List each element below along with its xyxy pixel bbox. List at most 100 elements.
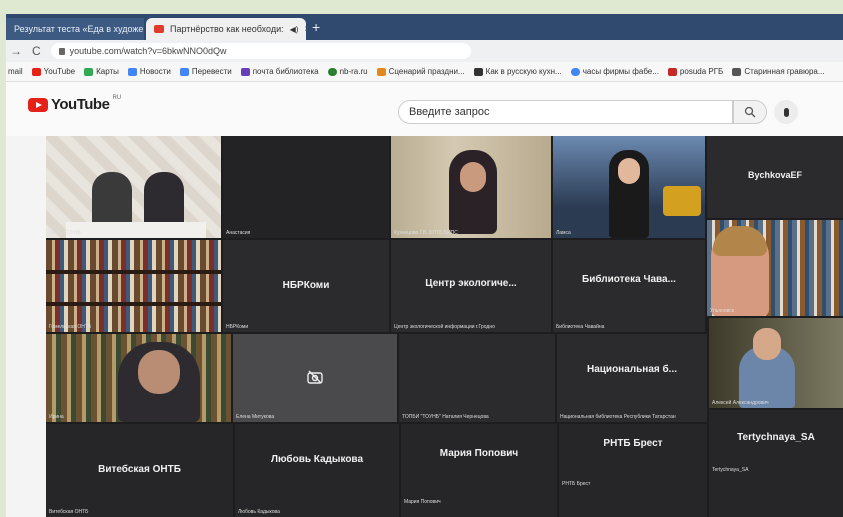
bookmark-news[interactable]: Новости: [127, 67, 171, 76]
participant-name: Национальная б...: [586, 364, 677, 375]
participant-tile: Тверь ТОУНБ: [46, 136, 221, 238]
participant-tile: Анастасия: [223, 136, 389, 238]
participant-tile: Tertychnaya_SA Tertychnaya_SA: [709, 410, 843, 517]
participant-tile: РНТБ Брест РНТБ Брест: [559, 424, 707, 517]
close-icon[interactable]: ×: [304, 24, 306, 35]
voice-search-button[interactable]: [774, 100, 798, 124]
mail-icon: [240, 67, 250, 76]
browser-window: Результат теста «Еда в художе: × Партнёр…: [6, 14, 843, 517]
maps-icon: [84, 67, 94, 76]
participant-tile: Ульяновск: [707, 220, 843, 316]
tab-partnership-video[interactable]: Партнёрство как необходи: ◀) ×: [146, 18, 306, 40]
bookmark-maps[interactable]: Карты: [84, 67, 119, 76]
new-tab-button[interactable]: +: [312, 19, 320, 35]
participant-tile: Ламса: [553, 136, 705, 238]
bookmark-holiday-script[interactable]: Сценарий праздни...: [376, 67, 465, 76]
participant-name: Центр экологиче...: [425, 278, 517, 289]
search-button[interactable]: [733, 100, 767, 124]
news-icon: [127, 67, 137, 76]
participant-tile: Национальная б... Национальная библиотек…: [557, 334, 707, 422]
speaker-icon: ◀): [289, 24, 299, 34]
page-icon: [667, 67, 677, 76]
participant-caption: Ламса: [556, 230, 571, 236]
reload-icon[interactable]: C: [32, 44, 41, 58]
bookmark-posuda[interactable]: posuda РГБ: [667, 67, 723, 76]
youtube-header: YouTube RU Введите запрос: [6, 82, 843, 136]
participant-tile: ТОПБИ "ТОУНБ" Наталия Чернецова: [399, 334, 555, 422]
bookmark-youtube[interactable]: YouTube: [31, 67, 75, 76]
youtube-play-icon: [28, 97, 48, 112]
youtube-icon: [31, 67, 41, 76]
participant-tile: Гомельская ОНТБ: [46, 240, 221, 332]
google-icon: [570, 67, 580, 76]
participant-tile: Библиотека Чава... Библиотека Чавайна: [553, 240, 705, 332]
participant-caption: Национальная библиотека Республики Татар…: [560, 414, 676, 420]
participant-caption: Елена Митукова: [236, 414, 275, 420]
participant-name: Витебская ОНТБ: [98, 464, 181, 475]
participant-name: Библиотека Чава...: [582, 274, 676, 285]
participant-caption: Мария Попович: [404, 499, 441, 505]
participant-caption: Кузнецова Г.В. БПТБ БИПС: [394, 230, 458, 236]
bookmarks-bar: mail YouTube Карты Новости Перевести поч…: [6, 62, 843, 82]
participant-caption: ТОПБИ "ТОУНБ" Наталия Чернецова: [402, 414, 489, 420]
video-player[interactable]: Тверь ТОУНБ Анастасия Кузнецова Г.В. БПТ…: [46, 136, 843, 517]
person-hair: [713, 226, 767, 256]
lock-icon: [58, 47, 65, 55]
translate-icon: [179, 67, 189, 76]
participant-caption: Анастасия: [226, 230, 251, 236]
participant-name: РНТБ Брест: [603, 438, 663, 449]
participant-tile: Мария Попович Мария Попович: [401, 424, 557, 517]
participant-caption: Центр экологической информации г.Гродно: [394, 324, 495, 330]
participant-tile: Ирина: [46, 334, 231, 422]
participant-caption: Тверь ТОУНБ: [49, 230, 81, 236]
shelf: [46, 270, 221, 274]
participant-caption: Гомельская ОНТБ: [49, 324, 92, 330]
forward-arrow-icon[interactable]: →: [10, 44, 22, 58]
shelf: [46, 302, 221, 306]
globe-icon: [327, 67, 337, 76]
url-text: youtube.com/watch?v=6bkwNNO0dQw: [69, 46, 227, 56]
participant-caption: Витебская ОНТБ: [49, 509, 89, 515]
person-face: [460, 162, 486, 192]
person-face: [753, 328, 781, 360]
page-icon: [473, 67, 483, 76]
participant-caption: Алексей Александрович: [712, 400, 769, 406]
participant-tile: Елена Митукова: [233, 334, 397, 422]
bookmark-russian-cuisine[interactable]: Как в русскую кухн...: [473, 67, 562, 76]
microphone-icon: [783, 107, 789, 117]
camera-off-icon: [307, 370, 323, 384]
person-face: [138, 350, 180, 394]
bookmark-mail[interactable]: mail: [8, 67, 23, 76]
page-icon: [376, 67, 386, 76]
tab-label: Результат теста «Еда в художе:: [14, 24, 144, 34]
youtube-favicon-icon: [154, 25, 164, 33]
navigation-bar: → C youtube.com/watch?v=6bkwNNO0dQw: [6, 40, 843, 62]
bookmark-nb-ra[interactable]: nb-ra.ru: [327, 67, 368, 76]
bookmark-translate[interactable]: Перевести: [179, 67, 232, 76]
participant-tile: Любовь Кадыкова Любовь Кадыкова: [235, 424, 399, 517]
tab-strip: Результат теста «Еда в художе: × Партнёр…: [6, 14, 843, 40]
address-bar[interactable]: youtube.com/watch?v=6bkwNNO0dQw: [50, 43, 471, 59]
participant-tile: Витебская ОНТБ Витебская ОНТБ: [46, 424, 233, 517]
participant-name: НБРКоми: [282, 280, 330, 291]
person-face: [618, 158, 640, 184]
tab-test-result[interactable]: Результат теста «Еда в художе: ×: [6, 18, 144, 40]
participant-caption: РНТБ Брест: [562, 481, 591, 487]
participant-caption: НБРКоми: [226, 324, 249, 330]
page-icon: [732, 67, 742, 76]
bookmark-library-mail[interactable]: почта библиотека: [240, 67, 319, 76]
participant-tile: Центр экологиче... Центр экологической и…: [391, 240, 551, 332]
participant-name: Tertychnaya_SA: [737, 432, 815, 443]
search-icon: [744, 106, 756, 118]
bookmark-watches[interactable]: часы фирмы фабе...: [570, 67, 659, 76]
participant-name: BychkovaEF: [747, 170, 803, 180]
desk: [66, 222, 206, 238]
participant-tile: Алексей Александрович: [709, 318, 843, 408]
search-input[interactable]: Введите запрос: [398, 100, 733, 124]
participant-caption: Ульяновск: [710, 308, 734, 314]
bookmark-engraving[interactable]: Старинная гравюра...: [732, 67, 825, 76]
youtube-logo[interactable]: YouTube RU: [28, 95, 121, 113]
participant-tile: BychkovaEF: [707, 136, 843, 218]
yellow-object: [663, 186, 701, 216]
participant-caption: Tertychnaya_SA: [712, 467, 749, 473]
